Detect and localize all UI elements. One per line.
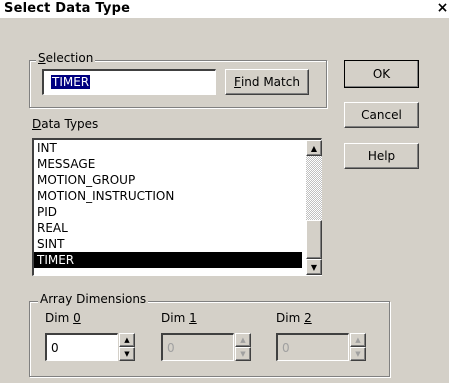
dim1-input: 0 <box>161 333 234 361</box>
dim2-value: 0 <box>282 341 290 355</box>
list-item[interactable]: SINT <box>34 236 302 252</box>
help-button[interactable]: Help <box>344 143 419 169</box>
find-match-button[interactable]: Find Match <box>225 69 309 95</box>
cancel-button[interactable]: Cancel <box>344 102 419 128</box>
scroll-thumb[interactable] <box>306 220 322 259</box>
up-arrow-icon[interactable]: ▲ <box>306 140 322 156</box>
dim0-input[interactable]: 0 <box>45 333 118 361</box>
window-title: Select Data Type <box>4 1 131 16</box>
dim1-value: 0 <box>167 341 175 355</box>
dim2-input: 0 <box>276 333 349 361</box>
dim0-value: 0 <box>51 341 59 355</box>
dim1-spin-up-icon: ▲ <box>235 333 251 347</box>
array-dimensions-label: Array Dimensions <box>38 292 149 306</box>
data-types-label: Data Types <box>32 117 99 131</box>
dim2-label: Dim 2 <box>276 311 312 325</box>
selection-group-label: Selection <box>36 51 96 65</box>
list-item[interactable]: MOTION_GROUP <box>34 172 302 188</box>
dim0-spin-up-icon[interactable]: ▲ <box>119 333 135 347</box>
close-icon[interactable]: × <box>436 0 449 16</box>
list-item[interactable]: MESSAGE <box>34 156 302 172</box>
list-item[interactable]: REAL <box>34 220 302 236</box>
dim1-label: Dim 1 <box>161 311 197 325</box>
data-types-list: INT MESSAGE MOTION_GROUP MOTION_INSTRUCT… <box>34 140 302 268</box>
selection-input[interactable]: TIMER <box>42 69 216 95</box>
list-item[interactable]: PID <box>34 204 302 220</box>
ok-button[interactable]: OK <box>344 60 419 88</box>
dim0-spin-down-icon[interactable]: ▼ <box>119 347 135 361</box>
dim2-spin-up-icon: ▲ <box>350 333 366 347</box>
list-item[interactable]: INT <box>34 140 302 156</box>
list-item-selected[interactable]: TIMER <box>34 252 302 268</box>
list-item[interactable]: MOTION_INSTRUCTION <box>34 188 302 204</box>
data-types-listbox[interactable]: INT MESSAGE MOTION_GROUP MOTION_INSTRUCT… <box>32 138 322 276</box>
selection-value: TIMER <box>51 75 91 89</box>
down-arrow-icon[interactable]: ▼ <box>306 259 322 275</box>
list-scrollbar[interactable]: ▲ ▼ <box>306 140 322 275</box>
dim1-spin-down-icon: ▼ <box>235 347 251 361</box>
scroll-track[interactable] <box>306 156 322 220</box>
dim2-spin-down-icon: ▼ <box>350 347 366 361</box>
dim0-label: Dim 0 <box>45 311 81 325</box>
